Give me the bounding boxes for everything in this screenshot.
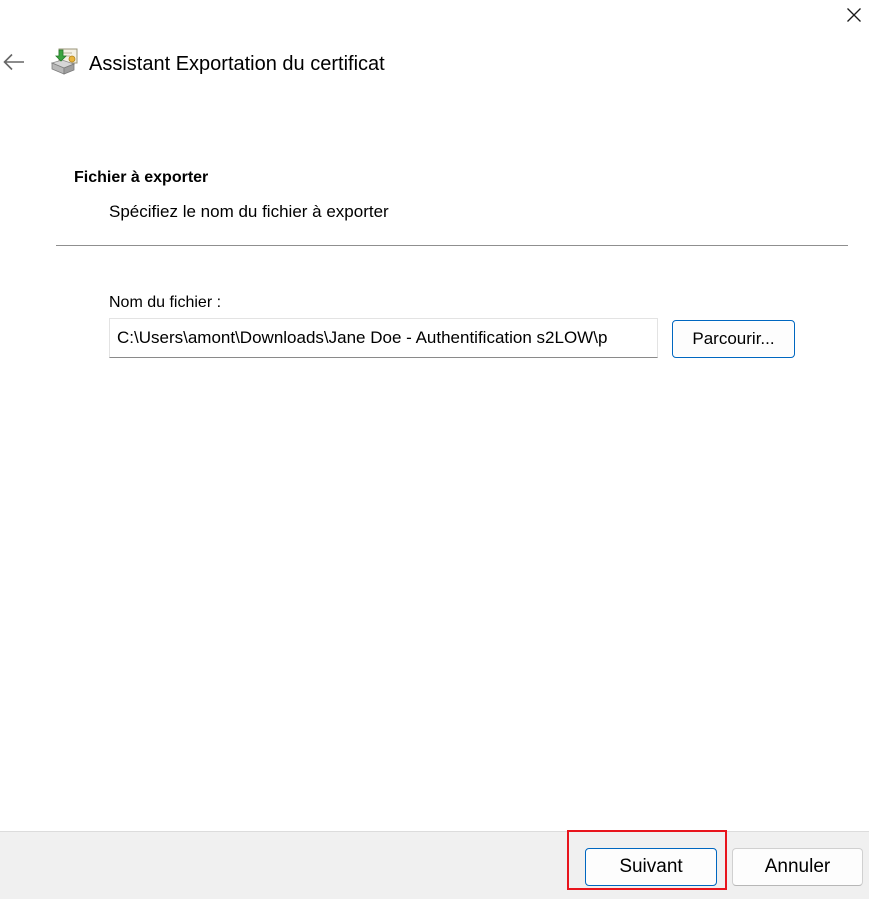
file-name-label: Nom du fichier : [109, 294, 222, 311]
certificate-export-wizard: Assistant Exportation du certificat Fich… [0, 0, 869, 899]
close-icon [846, 8, 861, 22]
wizard-title: Assistant Exportation du certificat [89, 53, 385, 75]
section-subtitle: Spécifiez le nom du fichier à exporter [109, 202, 389, 221]
close-button[interactable] [838, 0, 869, 30]
back-button[interactable] [0, 48, 28, 76]
section-heading: Fichier à exporter [74, 169, 209, 186]
certificate-export-icon [50, 48, 78, 75]
browse-button[interactable]: Parcourir... [672, 320, 795, 358]
file-name-input[interactable] [109, 318, 658, 358]
next-button[interactable]: Suivant [585, 848, 717, 886]
back-arrow-icon [3, 53, 24, 71]
cancel-button[interactable]: Annuler [732, 848, 863, 886]
header-divider [56, 245, 848, 246]
